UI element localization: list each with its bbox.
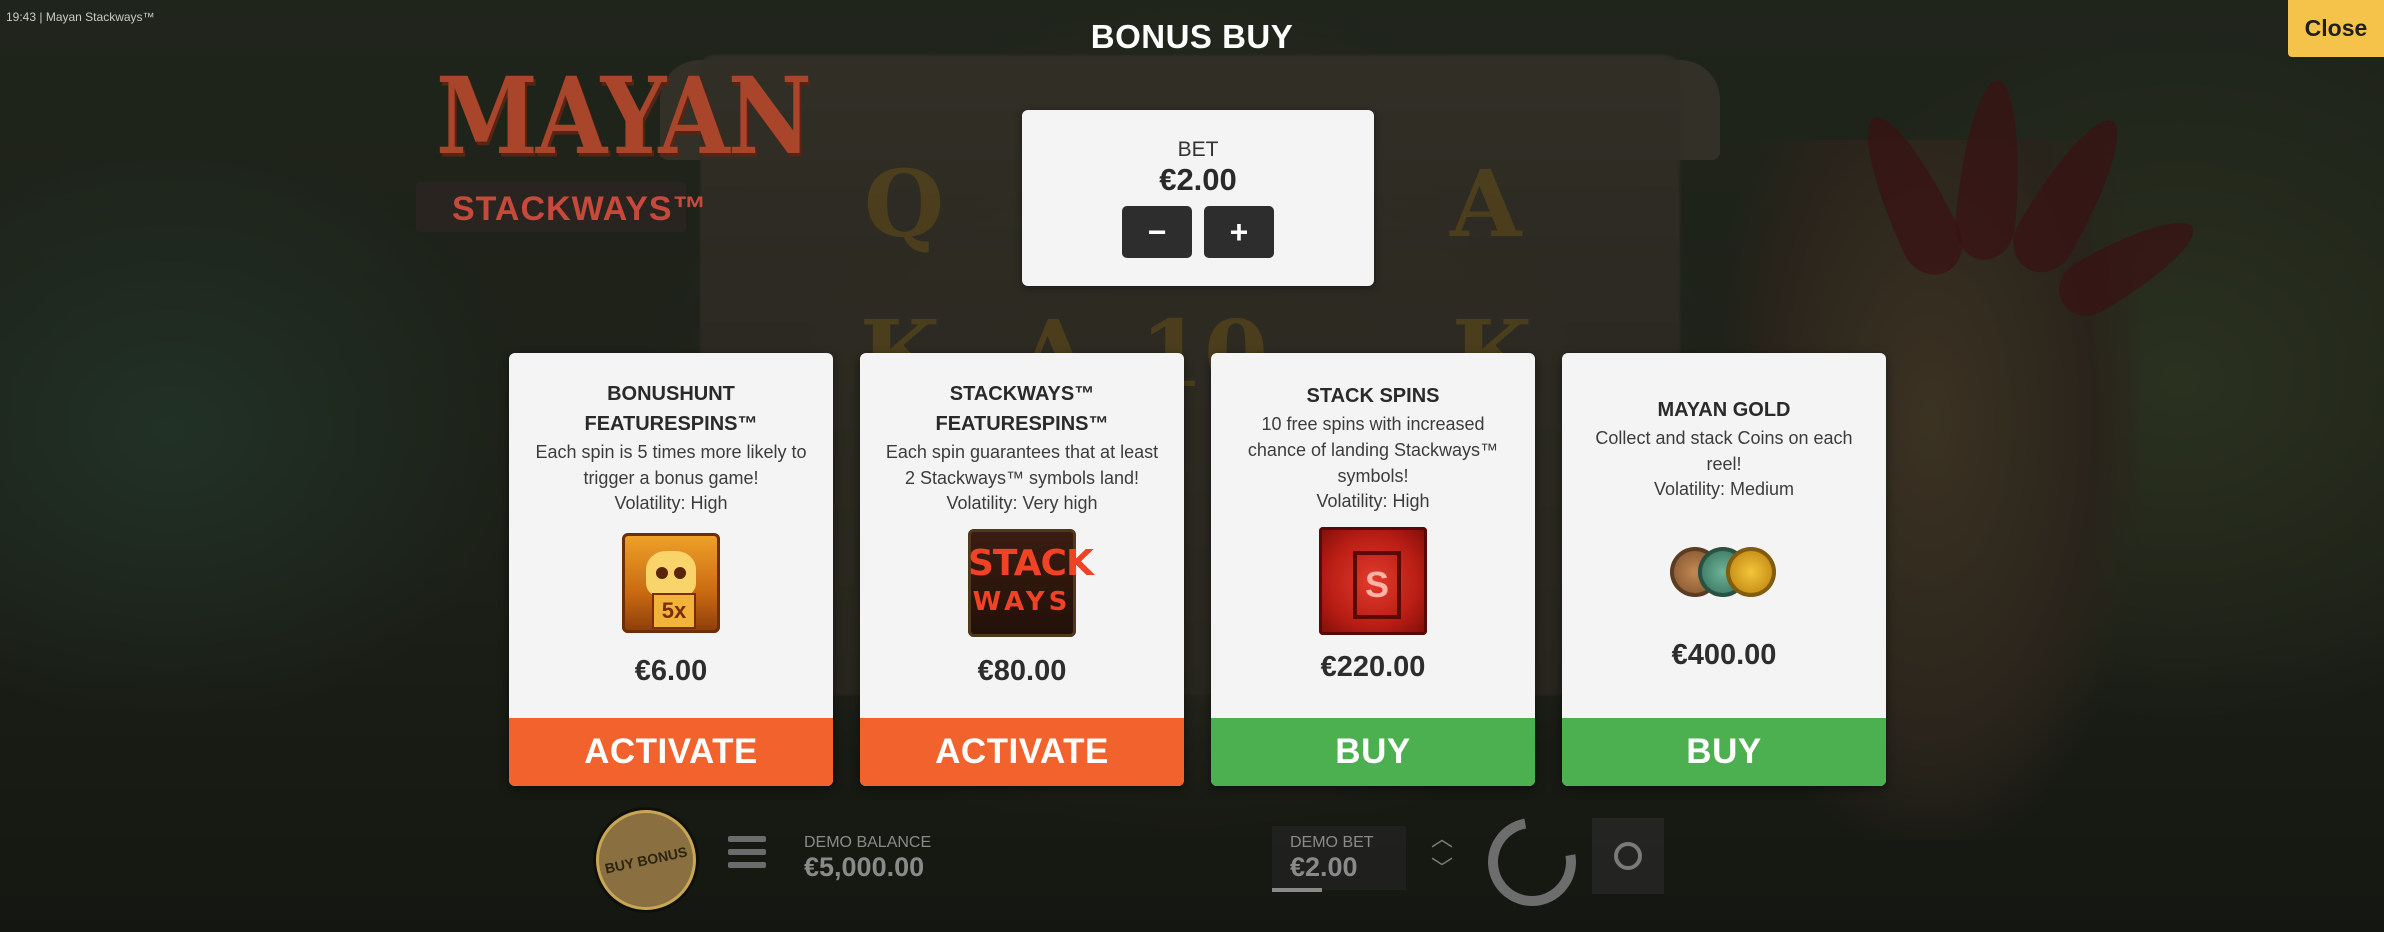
bet-arrows[interactable]: ︿ ﹀ — [1420, 824, 1464, 890]
offer-card-mayan-gold: MAYAN GOLD Collect and stack Coins on ea… — [1562, 353, 1886, 786]
gold-coin — [1726, 547, 1776, 597]
chevron-up-icon[interactable]: ︿ — [1420, 824, 1464, 854]
card-volatility: Volatility: High — [614, 493, 728, 513]
close-button[interactable]: Close — [2288, 0, 2384, 57]
card-title: STACK SPINS — [1221, 381, 1525, 411]
card-title: BONUSHUNT FEATURESPINS™ — [519, 379, 823, 439]
decrease-bet-button[interactable]: − — [1122, 206, 1192, 258]
card-volatility: Volatility: Medium — [1653, 479, 1795, 499]
coins-icon — [1670, 543, 1778, 603]
card-description: Collect and stack Coins on each reel! — [1576, 425, 1872, 477]
stackways-icon-text: WAYS — [972, 587, 1072, 617]
autoplay-button[interactable] — [1592, 818, 1664, 894]
skull-5x-icon: 5x — [622, 533, 720, 633]
bet-label: BET — [1177, 138, 1219, 161]
stackways-icon: STACK WAYS — [968, 529, 1094, 637]
activate-button[interactable]: ACTIVATE — [509, 718, 833, 786]
game-logo: MAYAN STACKWAYS™ — [416, 54, 812, 237]
increase-bet-button[interactable]: + — [1204, 206, 1274, 258]
balance-value: €5,000.00 — [804, 852, 925, 882]
card-price: €220.00 — [1320, 651, 1426, 683]
demo-bet-value: €2.00 — [1290, 852, 1358, 882]
card-title: MAYAN GOLD — [1572, 395, 1876, 425]
card-desc-line: Each spin guarantees that at least — [885, 442, 1159, 462]
card-volatility: Volatility: High — [1316, 491, 1430, 511]
card-title-line: MAYAN GOLD — [1657, 399, 1791, 421]
bet-panel: BET €2.00 − + — [1022, 110, 1374, 286]
card-title-line: STACKWAYS™ — [949, 383, 1095, 405]
card-description: Each spin is 5 times more likely to trig… — [523, 439, 819, 491]
card-desc-line: chance of landing Stackways™ — [1247, 440, 1499, 460]
card-title: STACKWAYS™ FEATURESPINS™ — [870, 379, 1174, 439]
offer-card-stackways: STACKWAYS™ FEATURESPINS™ Each spin guara… — [860, 353, 1184, 786]
skull-eye — [674, 567, 686, 579]
card-price: €400.00 — [1671, 639, 1777, 671]
skull-eye — [656, 567, 668, 579]
card-description: 10 free spins with increased chance of l… — [1225, 411, 1521, 489]
stackways-icon-text: STACK — [968, 543, 1094, 584]
scatter-glyph: S — [1353, 551, 1401, 619]
card-title-line: BONUSHUNT — [607, 383, 735, 405]
card-title-line: STACK SPINS — [1306, 385, 1440, 407]
card-desc-line: Each spin is 5 times more likely to — [535, 442, 807, 462]
balance-label: DEMO BALANCE — [804, 834, 932, 851]
card-price: €80.00 — [977, 655, 1067, 687]
bet-value: €2.00 — [1159, 162, 1237, 197]
card-desc-line: 10 free spins with increased — [1261, 414, 1485, 434]
red-s-scatter-icon: S — [1319, 527, 1427, 635]
buy-button[interactable]: BUY — [1562, 718, 1886, 786]
card-desc-line: Collect and stack Coins on each — [1595, 428, 1853, 448]
demo-bet-label: DEMO BET — [1290, 834, 1374, 851]
skull-face — [646, 551, 696, 597]
buy-button[interactable]: BUY — [1211, 718, 1535, 786]
autoplay-icon — [1614, 842, 1642, 870]
card-desc-line: 2 Stackways™ symbols land! — [904, 468, 1140, 488]
card-title-line: FEATURESPINS™ — [584, 413, 758, 435]
activate-button[interactable]: ACTIVATE — [860, 718, 1184, 786]
card-desc-line: symbols! — [1337, 466, 1409, 486]
card-desc-line: trigger a bonus game! — [583, 468, 759, 488]
card-desc-line: reel! — [1706, 454, 1742, 474]
page-title: BONUS BUY — [1090, 18, 1294, 55]
bet-underline — [1272, 888, 1322, 892]
chevron-down-icon[interactable]: ﹀ — [1420, 854, 1464, 884]
logo-title: MAYAN — [436, 53, 812, 179]
offer-card-bonushunt: BONUSHUNT FEATURESPINS™ Each spin is 5 t… — [509, 353, 833, 786]
logo-subtitle: STACKWAYS™ — [452, 190, 708, 228]
multiplier-badge: 5x — [652, 593, 696, 629]
card-title-line: FEATURESPINS™ — [935, 413, 1109, 435]
card-description: Each spin guarantees that at least 2 Sta… — [874, 439, 1170, 491]
menu-icon[interactable] — [728, 836, 766, 870]
card-volatility: Volatility: Very high — [946, 493, 1098, 513]
offer-card-stack-spins: STACK SPINS 10 free spins with increased… — [1211, 353, 1535, 786]
card-price: €6.00 — [634, 655, 708, 687]
